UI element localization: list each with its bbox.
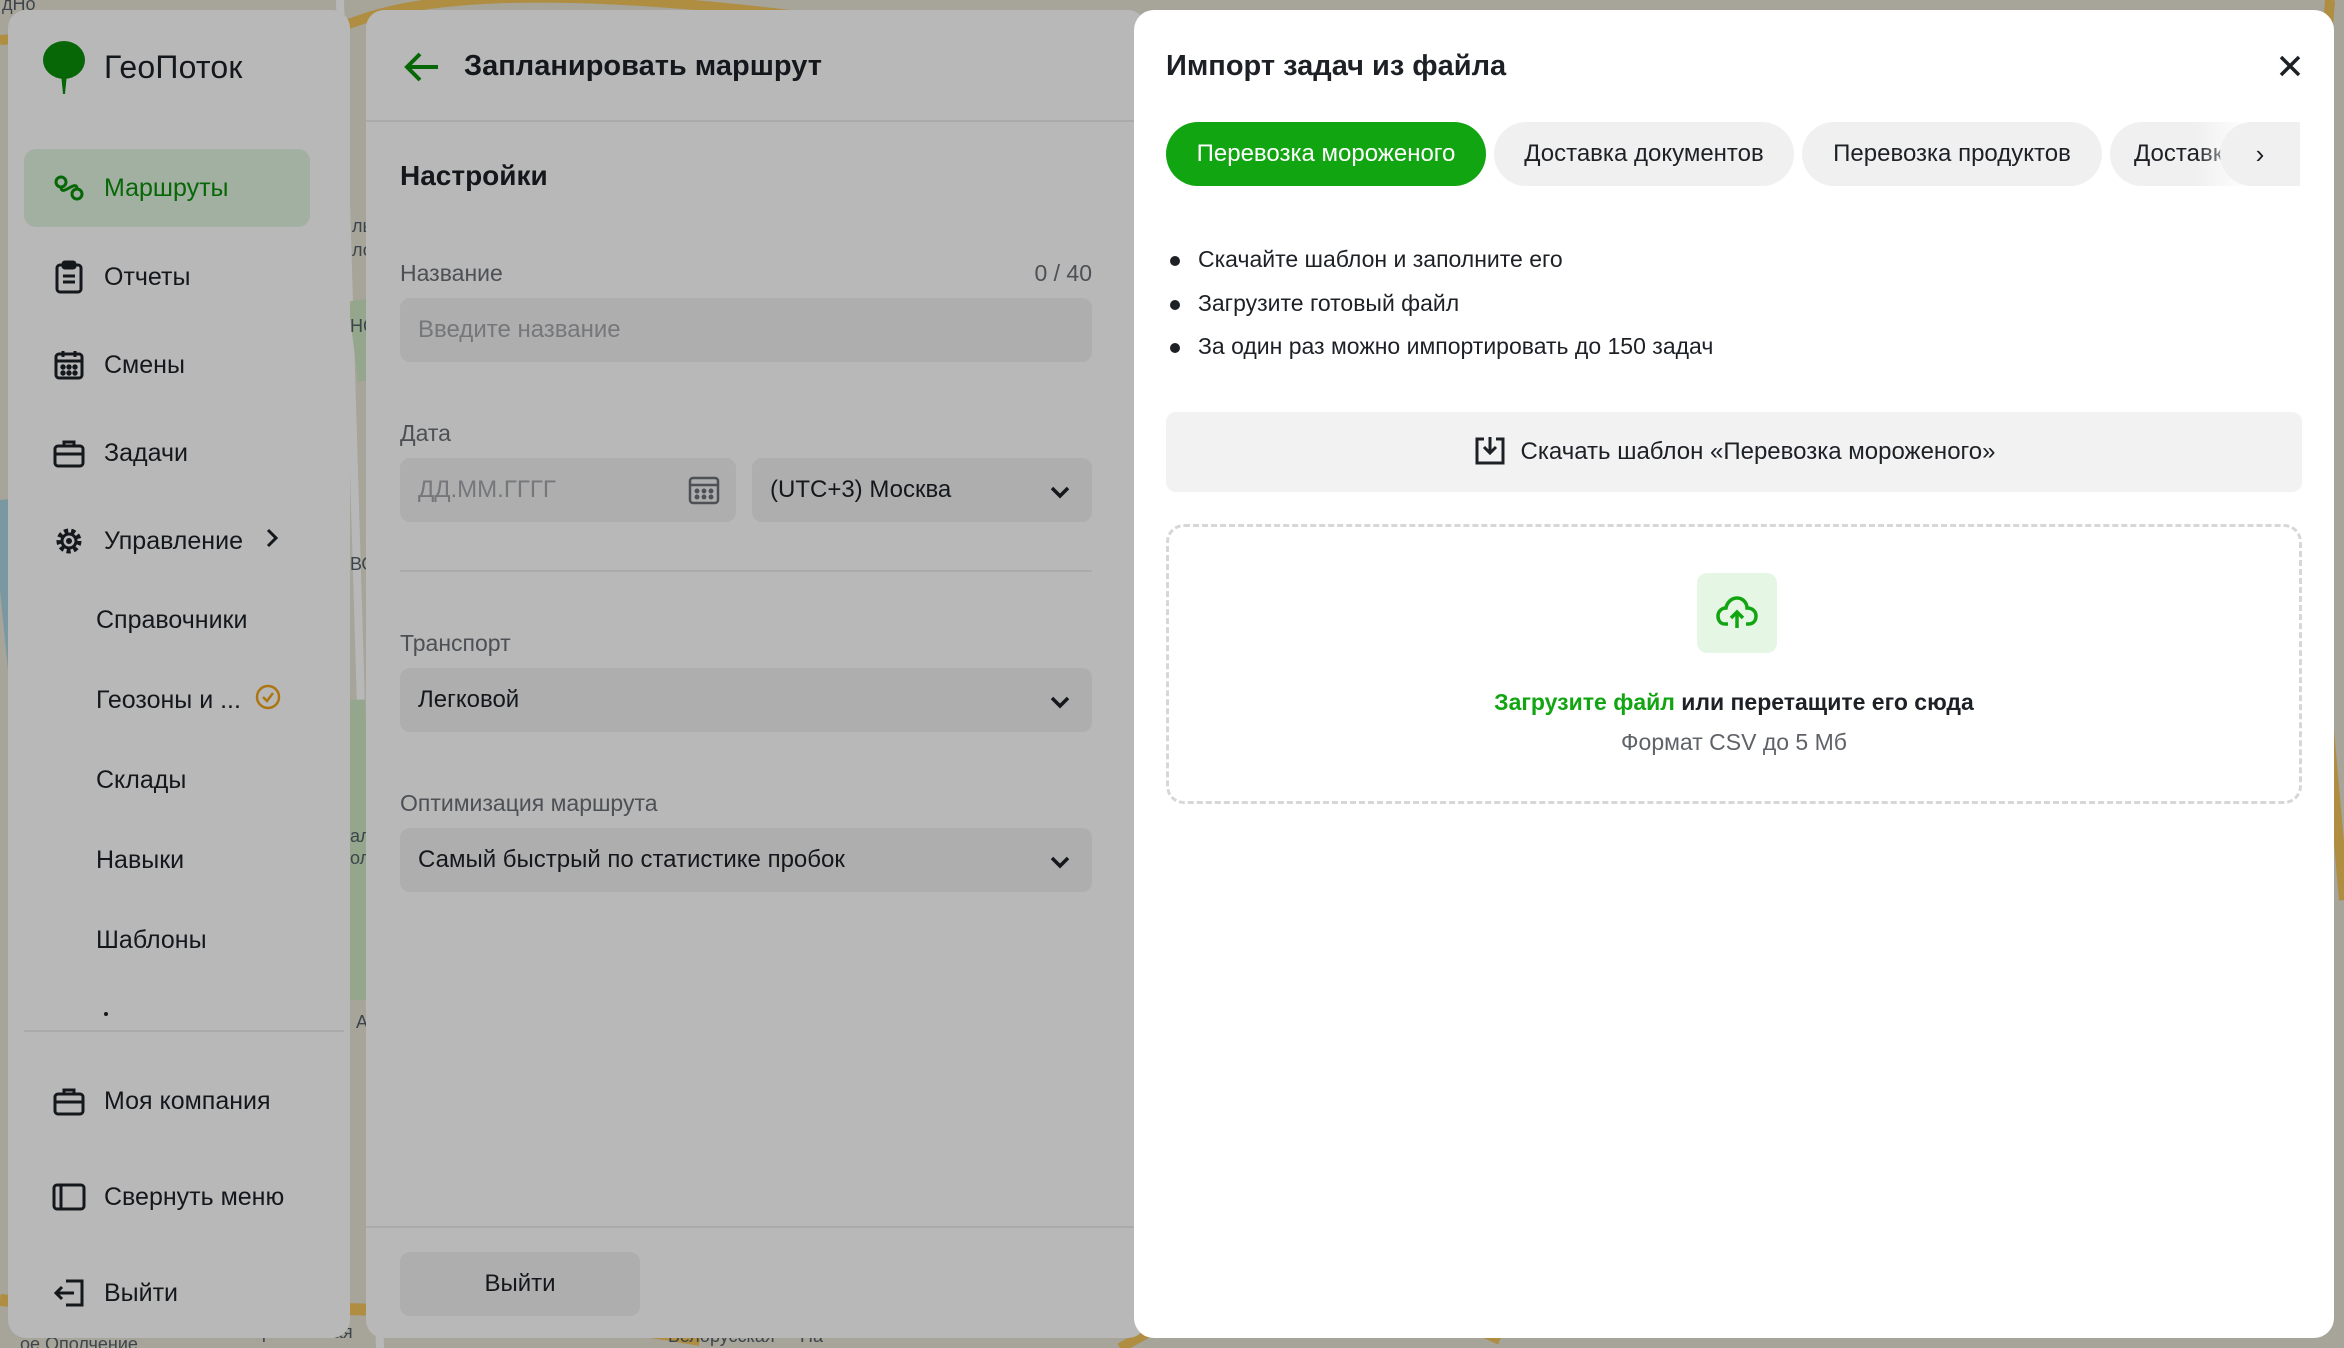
tab-label: Доставка документов xyxy=(1524,140,1764,167)
download-icon xyxy=(1473,435,1507,469)
template-tabs: Перевозка мороженого Доставка документов… xyxy=(1166,122,2300,188)
dropzone-text: Загрузите файл или перетащите его сюда xyxy=(1169,689,2299,716)
instruction-item: Загрузите готовый файл xyxy=(1166,290,1713,334)
chevron-right-icon: › xyxy=(2255,138,2265,169)
drawer-title: Импорт задач из файла xyxy=(1166,50,1507,82)
close-icon xyxy=(2278,54,2302,83)
upload-file-link[interactable]: Загрузите файл xyxy=(1494,689,1675,715)
import-drawer: Импорт задач из файла Перевозка морожено… xyxy=(1134,10,2334,1338)
file-dropzone[interactable]: Загрузите файл или перетащите его сюда Ф… xyxy=(1166,524,2302,804)
tab-label: Перевозка мороженого xyxy=(1196,140,1456,167)
tab-document-delivery[interactable]: Доставка документов xyxy=(1494,122,1794,186)
tab-ice-cream-transport[interactable]: Перевозка мороженого xyxy=(1166,122,1486,186)
tabs-next-button[interactable]: › xyxy=(2220,122,2300,186)
upload-cloud-icon xyxy=(1697,573,1777,653)
close-button[interactable] xyxy=(2270,48,2310,88)
download-template-label: Скачать шаблон «Перевозка мороженого» xyxy=(1520,438,1996,465)
instruction-item: За один раз можно импортировать до 150 з… xyxy=(1166,333,1713,377)
download-template-button[interactable]: Скачать шаблон «Перевозка мороженого» xyxy=(1166,412,2302,492)
dropzone-instruction: или перетащите его сюда xyxy=(1674,689,1974,715)
instructions-list: Скачайте шаблон и заполните его Загрузит… xyxy=(1166,246,1713,377)
dropzone-format-hint: Формат CSV до 5 Мб xyxy=(1621,729,1847,755)
instruction-item: Скачайте шаблон и заполните его xyxy=(1166,246,1713,290)
tab-food-transport[interactable]: Перевозка продуктов xyxy=(1802,122,2102,186)
tab-label: Перевозка продуктов xyxy=(1833,140,2071,167)
